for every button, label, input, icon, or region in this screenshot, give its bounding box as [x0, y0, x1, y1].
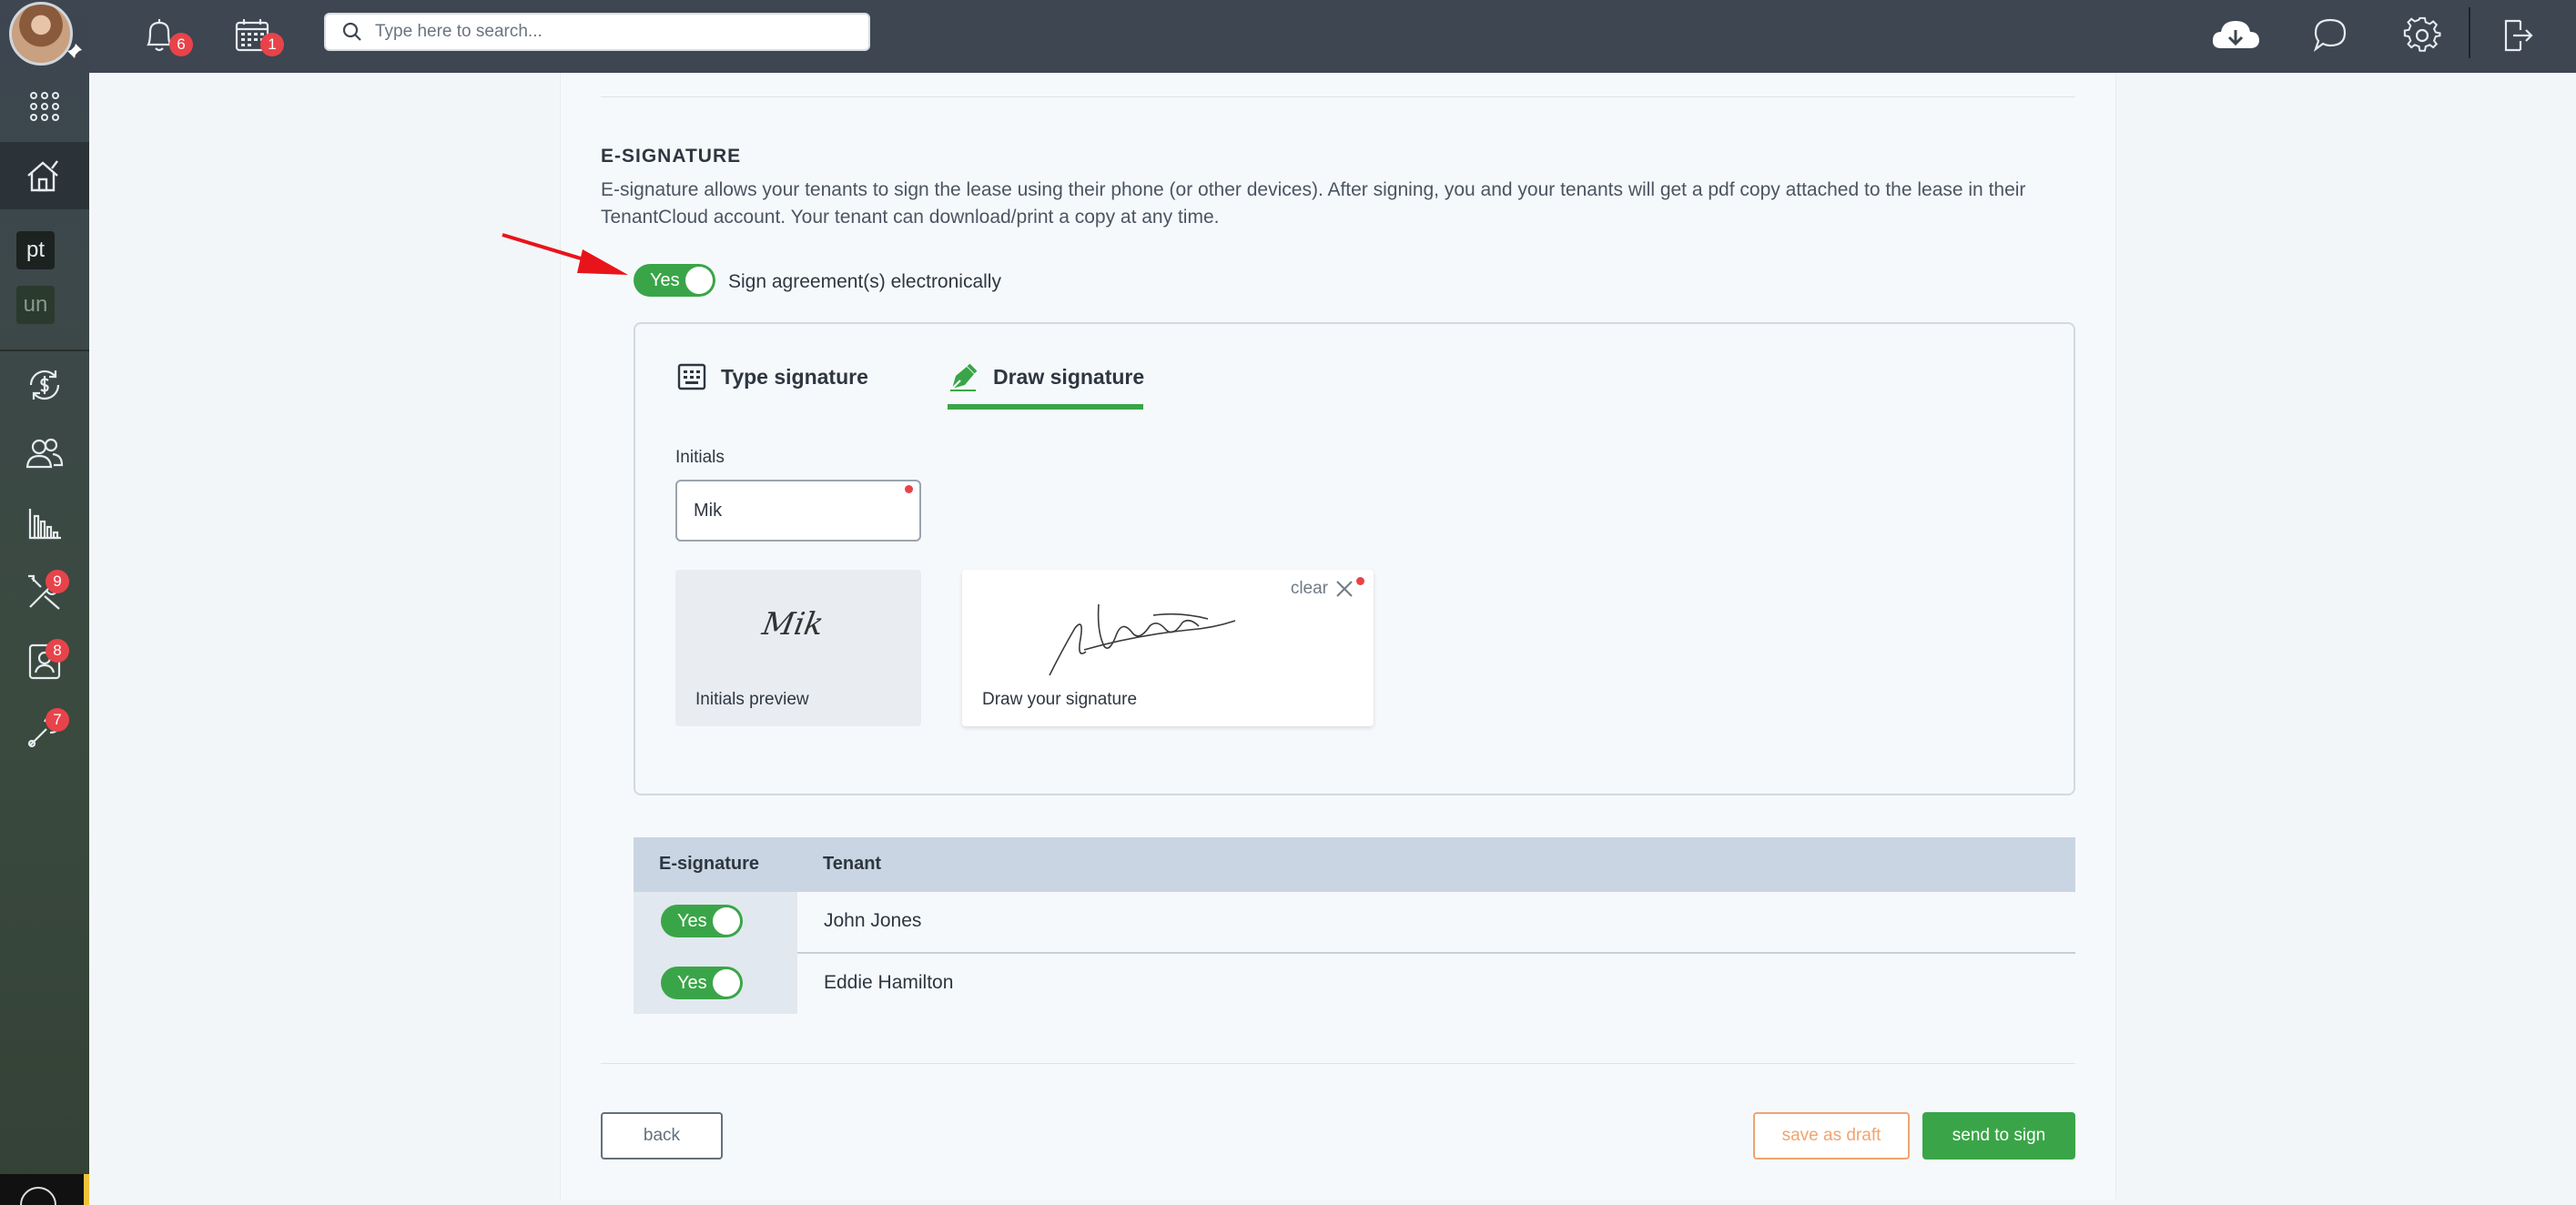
- notifications-button[interactable]: 6: [137, 13, 193, 58]
- download-button[interactable]: [2208, 13, 2263, 58]
- pin-icon[interactable]: [66, 42, 84, 65]
- sidebar-item-payments[interactable]: [0, 351, 89, 419]
- initials-preview: Mik Initials preview: [675, 570, 921, 726]
- row-divider: [797, 952, 2075, 954]
- pen-icon: [948, 360, 980, 393]
- clear-label: clear: [1290, 579, 1328, 598]
- tab-draw-signature[interactable]: Draw signature: [948, 360, 1144, 393]
- notifications-badge: 6: [169, 33, 193, 56]
- maintenance-badge: 9: [46, 570, 69, 593]
- toggle-knob: [685, 267, 713, 294]
- logout-icon: [2504, 19, 2533, 52]
- calendar-badge: 1: [260, 33, 284, 56]
- house-icon: [27, 160, 58, 192]
- send-to-sign-button[interactable]: send to sign: [1922, 1112, 2075, 1159]
- keyboard-icon: [675, 360, 708, 393]
- drawn-signature: [1049, 603, 1236, 676]
- toggle-knob: [713, 969, 740, 997]
- sidebar-bottom: [0, 1174, 89, 1205]
- sidebar-item-apps[interactable]: [0, 73, 89, 140]
- cloud-download-icon: [2212, 21, 2259, 48]
- tools-badge: 7: [46, 708, 69, 732]
- tenant-esign-toggle[interactable]: Yes: [661, 967, 743, 999]
- clear-signature-button[interactable]: clear: [1291, 579, 1354, 599]
- tenant-name: Eddie Hamilton: [824, 972, 954, 993]
- chat-icon: [2313, 18, 2347, 52]
- close-icon: [1336, 581, 1353, 597]
- tab-type-signature[interactable]: Type signature: [675, 360, 868, 393]
- sidebar-item-reports[interactable]: [0, 490, 89, 557]
- logout-button[interactable]: [2494, 13, 2540, 58]
- tenant-toggle-label: Yes: [677, 911, 707, 931]
- avatar[interactable]: [9, 2, 73, 66]
- initials-input[interactable]: [675, 480, 921, 542]
- section-title: E-SIGNATURE: [601, 146, 742, 167]
- tenant-name: John Jones: [824, 910, 922, 931]
- dollar-cycle-icon: [29, 370, 60, 400]
- sidebar-item-tools[interactable]: 7: [0, 697, 89, 765]
- divider-bottom: [601, 1063, 2075, 1064]
- sidebar-box-un[interactable]: un: [16, 286, 55, 324]
- sidebar-item-applications[interactable]: 8: [0, 628, 89, 695]
- applications-badge: 8: [46, 639, 69, 663]
- sidebar: pt un 9 8 7: [0, 0, 89, 1205]
- toggle-knob: [713, 907, 740, 935]
- initials-preview-text: Mik: [759, 606, 827, 643]
- initials-preview-caption: Initials preview: [695, 690, 809, 709]
- tab-draw-signature-label: Draw signature: [993, 364, 1145, 389]
- col-tenant: Tenant: [823, 854, 882, 874]
- search-icon: [342, 22, 361, 41]
- sidebar-item-properties[interactable]: [0, 142, 89, 209]
- search-bar[interactable]: [324, 13, 870, 51]
- save-draft-button[interactable]: save as draft: [1753, 1112, 1910, 1159]
- sidebar-item-tenants[interactable]: [0, 420, 89, 488]
- active-tab-indicator: [948, 404, 1143, 410]
- col-esignature: E-signature: [659, 854, 760, 874]
- calendar-button[interactable]: 1: [229, 13, 284, 58]
- esign-toggle-text: Sign agreement(s) electronically: [728, 271, 1001, 292]
- tenant-esign-toggle[interactable]: Yes: [661, 905, 743, 937]
- back-button[interactable]: back: [601, 1112, 723, 1159]
- arrow-annotation: [502, 233, 628, 275]
- divider-top: [601, 96, 2075, 97]
- search-input[interactable]: [375, 22, 830, 42]
- esign-toggle-label: Yes: [650, 270, 680, 290]
- esign-toggle[interactable]: Yes: [634, 264, 715, 297]
- chat-button[interactable]: [2308, 13, 2354, 58]
- sidebar-item-maintenance[interactable]: 9: [0, 559, 89, 626]
- settings-button[interactable]: [2399, 13, 2445, 58]
- signature-draw-pad[interactable]: clear Draw your signature: [962, 570, 1374, 726]
- grid-icon: [30, 92, 59, 121]
- draw-caption: Draw your signature: [982, 690, 1138, 709]
- help-icon[interactable]: [20, 1187, 56, 1205]
- tab-type-signature-label: Type signature: [721, 364, 868, 389]
- required-indicator: [1356, 577, 1364, 585]
- required-indicator: [905, 485, 913, 493]
- tenant-toggle-label: Yes: [677, 973, 707, 993]
- bar-chart-icon: [28, 509, 61, 540]
- users-icon: [25, 438, 64, 469]
- gear-icon: [2403, 16, 2441, 52]
- section-description: E-signature allows your tenants to sign …: [601, 179, 2026, 228]
- topbar-divider: [2469, 7, 2470, 58]
- initials-label: Initials: [675, 448, 725, 467]
- sidebar-box-pt[interactable]: pt: [16, 231, 55, 269]
- tenants-table-header: E-signature Tenant: [634, 837, 2075, 892]
